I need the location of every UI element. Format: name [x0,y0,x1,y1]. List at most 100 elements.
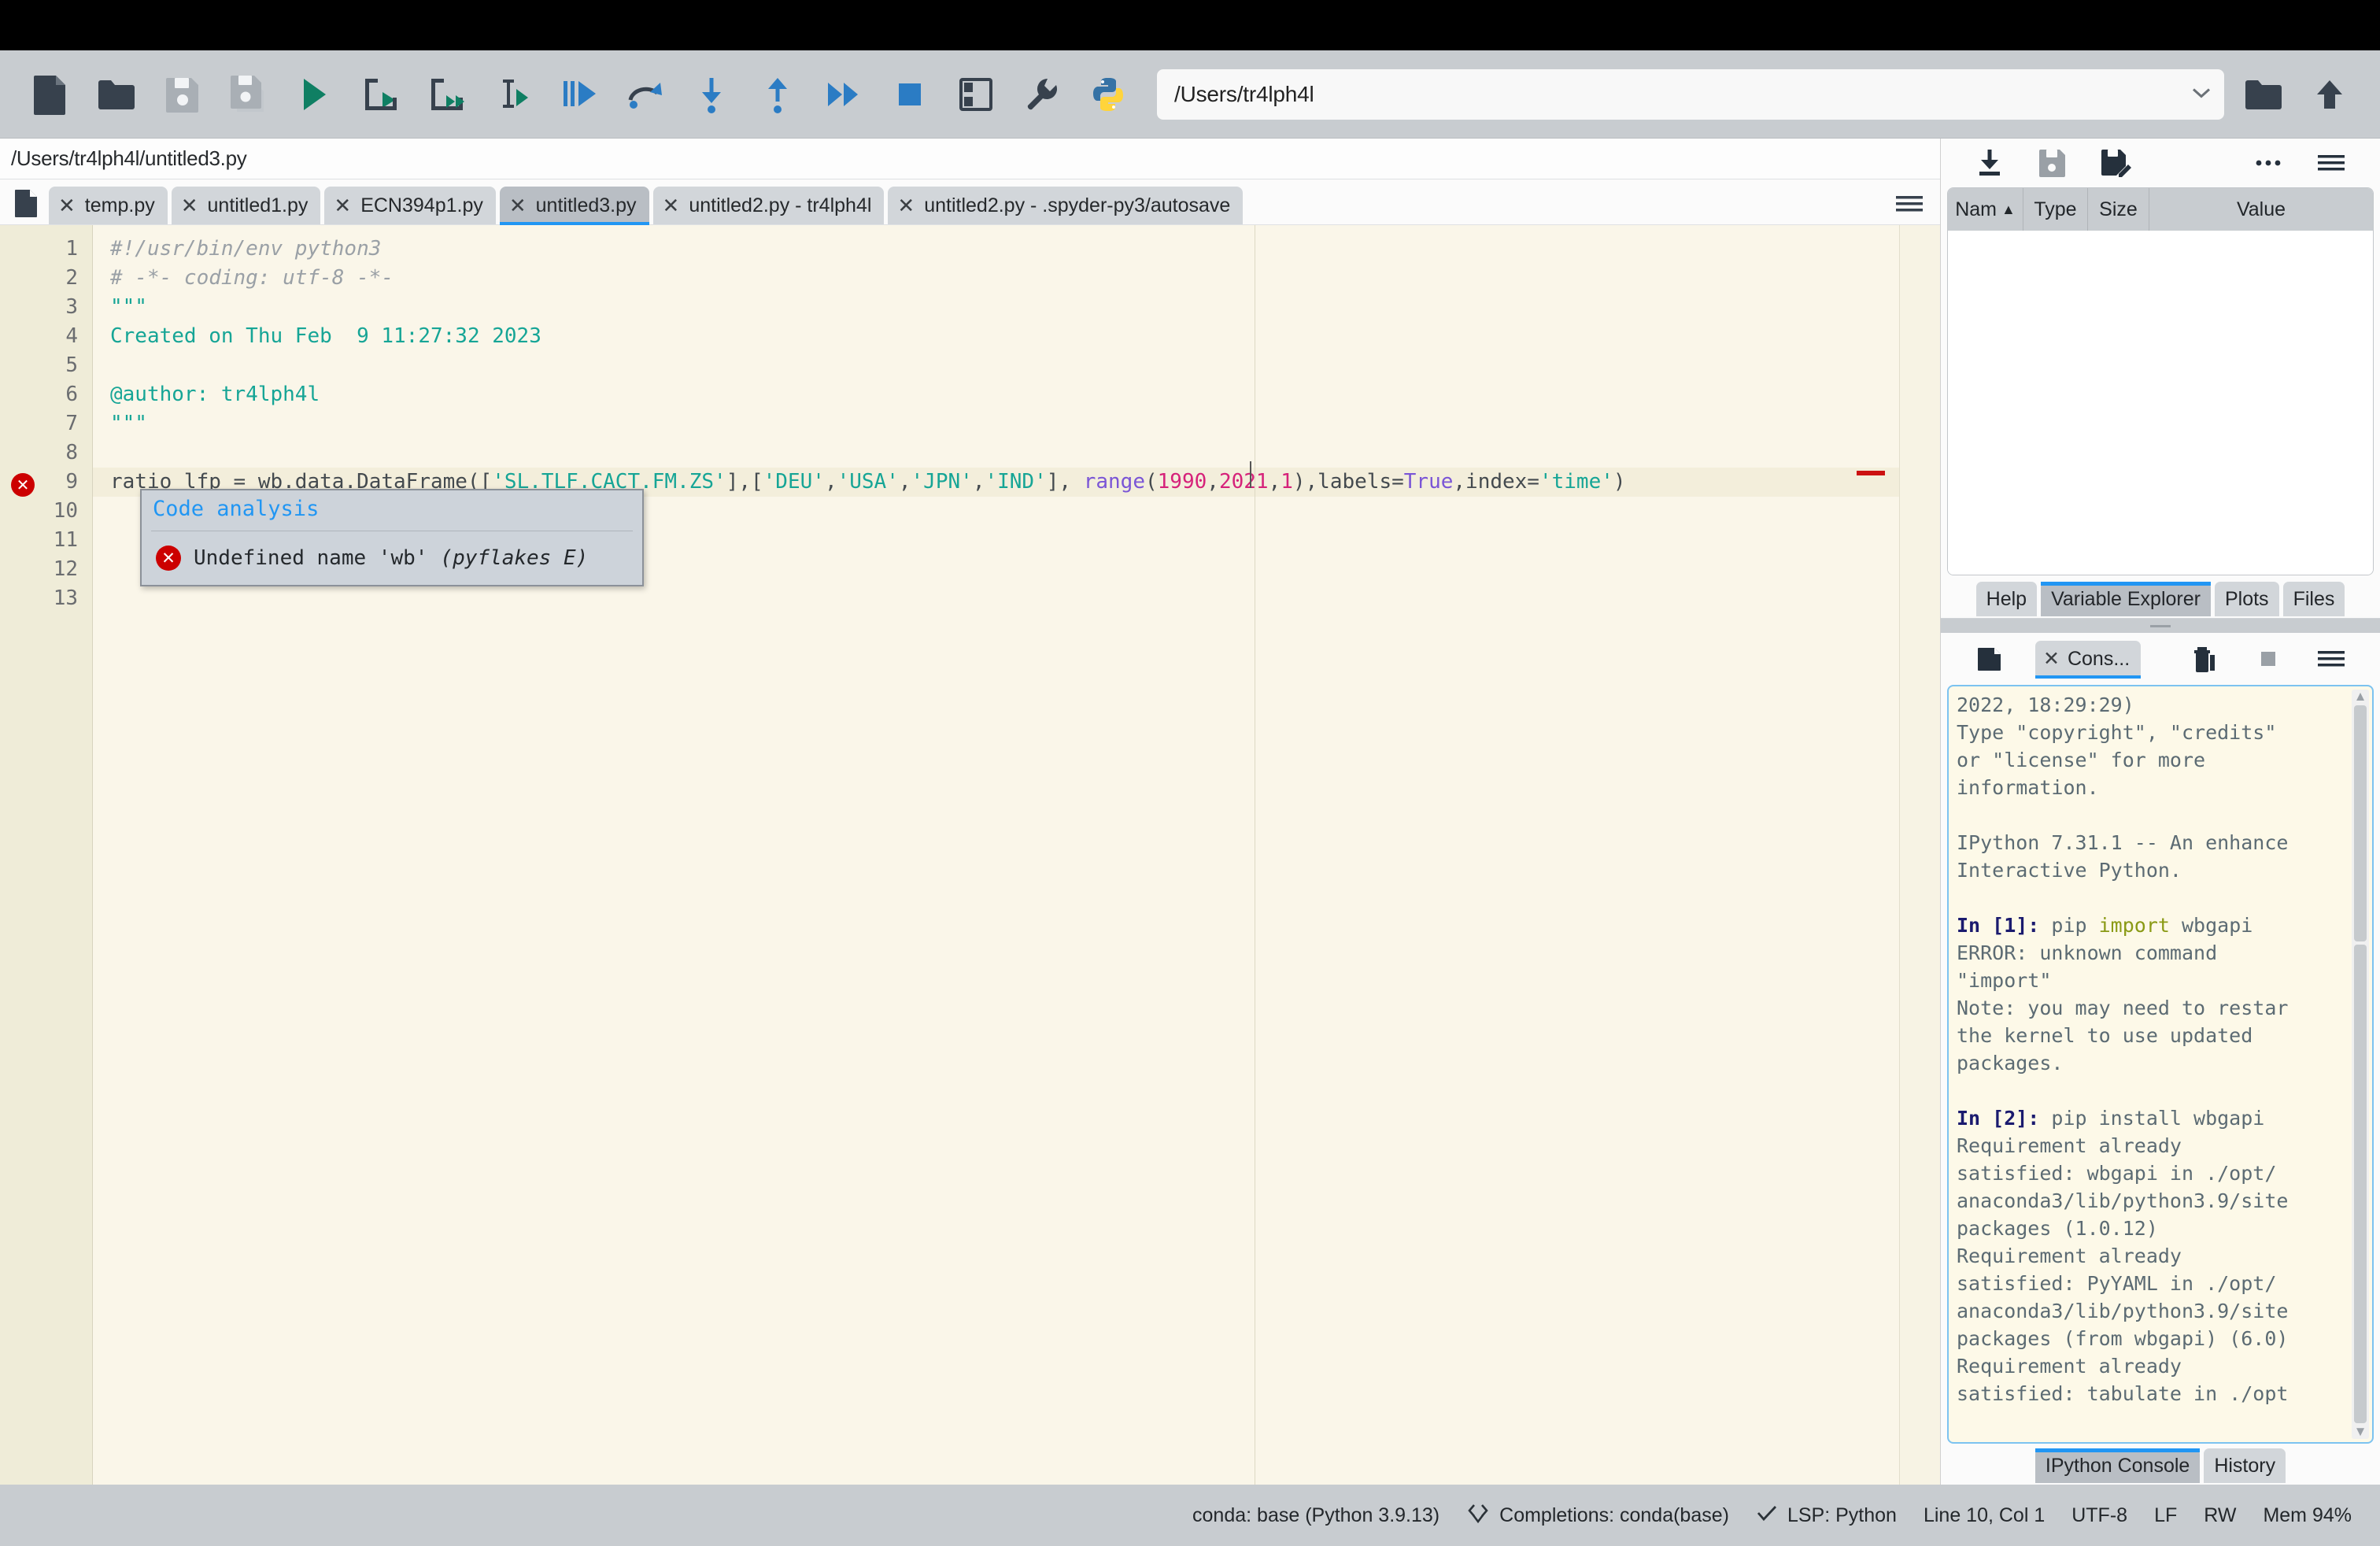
status-completions-label: Completions: conda(base) [1499,1503,1729,1526]
close-icon[interactable]: ✕ [663,195,680,216]
pane-menu-icon[interactable] [2300,141,2363,185]
console-tab[interactable]: ✕ Cons... [2035,641,2142,679]
check-icon [1756,1503,1778,1529]
editor-pane: /Users/tr4lph4l/untitled3.py ✕ temp.py ✕… [0,139,1941,1485]
variable-table[interactable]: Nam ▲ Type Size Value [1947,187,2374,575]
tab-help[interactable]: Help [1975,582,2038,616]
column-header-value[interactable]: Value [2149,188,2373,231]
step-return-icon[interactable] [745,61,811,128]
status-completions[interactable]: Completions: conda(base) [1466,1501,1729,1530]
editor-tab-ecn394p1-py[interactable]: ✕ ECN394p1.py [324,187,496,224]
editor-tab-untitled1-py[interactable]: ✕ untitled1.py [171,187,321,224]
parent-directory-icon[interactable] [2297,61,2363,128]
status-interpreter[interactable]: conda: base (Python 3.9.13) [1192,1504,1439,1527]
pane-splitter[interactable] [1941,619,2380,633]
console-line: Requirement already [1957,1134,2182,1157]
right-pane: Nam ▲ Type Size Value Help Variable Expl… [1941,139,2380,1485]
options-dots-icon[interactable] [2237,141,2300,185]
remove-console-icon[interactable] [2174,637,2237,681]
close-icon[interactable]: ✕ [897,195,915,216]
status-eol-label: LF [2154,1503,2178,1526]
preferences-icon[interactable] [1009,61,1075,128]
console-input-line: In [2]: pip install wbgapi [1957,1107,2265,1130]
title-bar [0,0,2380,50]
console-output[interactable]: 2022, 18:29:29) Type "copyright", "credi… [1947,685,2374,1444]
console-line: anaconda3/lib/python3.9/site [1957,1189,2289,1212]
status-eol: LF [2154,1504,2177,1527]
tab-ipython-console[interactable]: IPython Console [2034,1448,2201,1483]
variable-table-header: Nam ▲ Type Size Value [1948,188,2373,231]
console-vertical-scrollbar[interactable]: ▲ ▼ [2352,690,2369,1439]
editor-vertical-scrollbar[interactable] [1899,225,1940,1485]
editor-tab-untitled3-py[interactable]: ✕ untitled3.py [499,187,649,225]
tab-plots[interactable]: Plots [2214,582,2279,616]
console-toolbar: ✕ Cons... [1941,633,2380,685]
code-line: """ [110,295,147,319]
new-file-icon[interactable] [17,61,83,128]
save-file-icon[interactable] [150,61,216,128]
run-selection-icon[interactable] [480,61,546,128]
close-icon[interactable]: ✕ [2043,647,2060,671]
code-analysis-tooltip: Code analysis ✕ Undefined name 'wb' (pyf… [140,489,644,586]
console-menu-icon[interactable] [2300,637,2363,681]
editor-tab-untitled2-py-tr4lph4l[interactable]: ✕ untitled2.py - tr4lph4l [652,187,885,224]
console-line: Type "copyright", "credits" [1957,721,2277,744]
code-line: #!/usr/bin/env python3 [110,237,382,261]
console-line: satisfied: wbgapi in ./opt/ [1957,1162,2277,1185]
stop-debug-icon[interactable] [877,61,943,128]
variable-explorer-toolbar [1941,139,2380,187]
browse-folder-icon[interactable] [2230,61,2297,128]
working-directory-field[interactable]: /Users/tr4lph4l [1157,68,2224,120]
console-line: or "license" for more [1957,749,2206,771]
save-data-icon[interactable] [2021,141,2084,185]
new-console-icon[interactable] [1958,637,2021,681]
code-area[interactable]: #!/usr/bin/env python3 # -*- coding: utf… [93,225,1940,1485]
browse-tabs-icon[interactable] [11,185,41,221]
scroll-up-icon[interactable]: ▲ [2354,690,2367,704]
editor-tab-temp-py[interactable]: ✕ temp.py [49,187,168,224]
variable-table-body[interactable] [1948,231,2373,575]
chevron-down-icon[interactable] [2191,86,2212,102]
status-lsp[interactable]: LSP: Python [1756,1503,1897,1529]
status-permission: RW [2204,1504,2236,1527]
column-header-type[interactable]: Type [2023,188,2088,231]
line-number: 10 [53,499,78,523]
right-pane-tabs: Help Variable Explorer Plots Files [1941,575,2380,618]
save-data-as-icon[interactable] [2084,141,2147,185]
column-header-size[interactable]: Size [2088,188,2149,231]
run-cell-advance-icon[interactable] [414,61,480,128]
column-header-name[interactable]: Nam ▲ [1948,188,2023,231]
editor-tab-untitled2-py-autosave[interactable]: ✕ untitled2.py - .spyder-py3/autosave [888,187,1244,224]
console-line: "import" [1957,969,2052,992]
main-body: /Users/tr4lph4l/untitled3.py ✕ temp.py ✕… [0,139,2380,1485]
editor-options-menu-icon[interactable] [1894,194,1924,218]
code-completion-icon [1466,1501,1490,1530]
error-gutter-marker[interactable]: ✕ [11,473,35,497]
step-over-icon[interactable] [612,61,678,128]
tab-variable-explorer[interactable]: Variable Explorer [2041,582,2211,616]
continue-icon[interactable] [811,61,877,128]
run-cell-icon[interactable] [348,61,414,128]
close-icon[interactable]: ✕ [58,195,76,216]
open-file-icon[interactable] [83,61,150,128]
tab-files[interactable]: Files [2282,582,2345,616]
close-icon[interactable]: ✕ [509,195,527,216]
python-path-icon[interactable] [1075,61,1141,128]
tab-history[interactable]: History [2204,1448,2286,1483]
close-icon[interactable]: ✕ [334,195,351,216]
scroll-down-icon[interactable]: ▼ [2354,1425,2367,1439]
status-bar: conda: base (Python 3.9.13) Completions:… [0,1485,2380,1546]
debug-file-icon[interactable] [546,61,612,128]
console-line: ERROR: unknown command [1957,941,2218,964]
import-data-icon[interactable] [1958,141,2021,185]
pane-layout-icon[interactable] [943,61,1009,128]
step-into-icon[interactable] [678,61,745,128]
interrupt-kernel-icon[interactable] [2237,637,2300,681]
close-icon[interactable]: ✕ [181,195,198,216]
run-file-icon[interactable] [282,61,348,128]
status-encoding: UTF-8 [2071,1504,2127,1527]
console-line: Note: you may need to restar [1957,997,2289,1019]
save-all-icon[interactable] [216,61,282,128]
